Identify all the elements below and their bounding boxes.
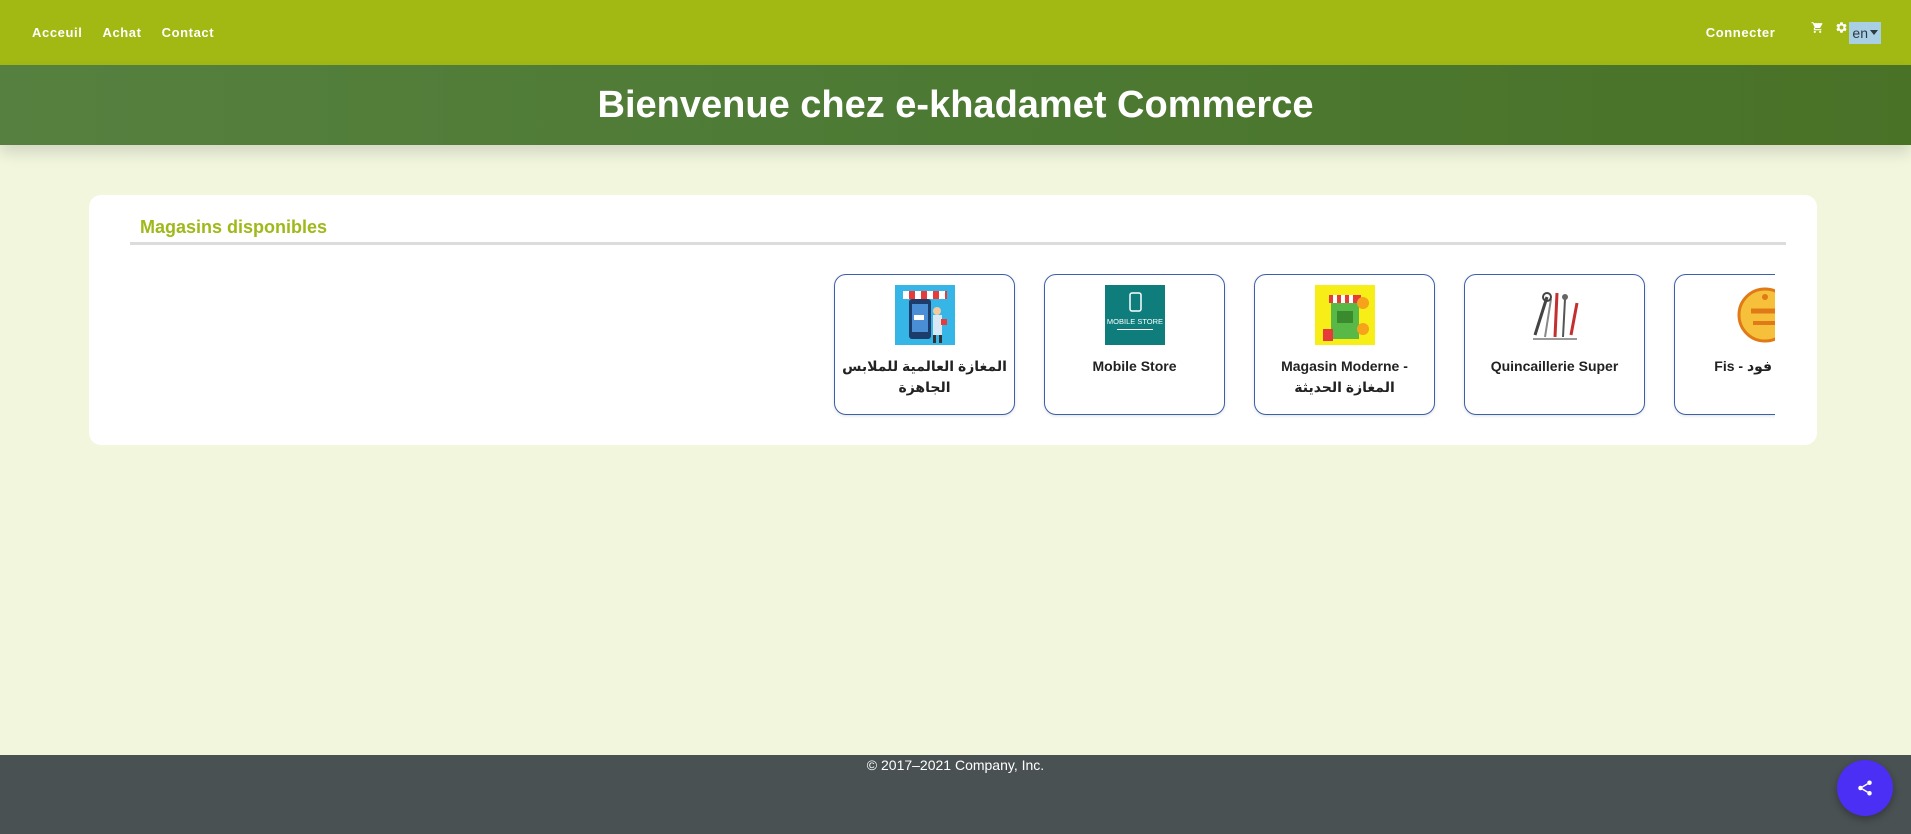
store-card[interactable]: المغازة العالمية للملابس الجاهزة <box>834 274 1015 415</box>
stores-title: Magasins disponibles <box>140 217 328 237</box>
store-name: Quincaillerie Super <box>1490 358 1619 374</box>
divider <box>130 242 1786 245</box>
nav-link-accueil[interactable]: Acceuil <box>32 25 82 40</box>
mobile-store-logo: MOBILE STORE <box>1104 285 1165 345</box>
store-name: Magasin Moderne - المغازة الحديثة <box>1281 358 1408 395</box>
footer: © 2017–2021 Company, Inc. <box>0 755 1911 834</box>
clothing-store-logo <box>894 285 955 345</box>
nav-actions: Connecter en <box>1706 0 1881 65</box>
hero-banner: Bienvenue chez e-khadamet Commerce <box>0 65 1911 145</box>
gear-icon[interactable] <box>1833 20 1849 36</box>
restaurant-food-logo <box>1734 285 1775 345</box>
main-nav: Acceuil Achat Contact <box>22 0 224 65</box>
connect-link[interactable]: Connecter <box>1706 25 1776 40</box>
hardware-tools-logo <box>1524 285 1585 345</box>
language-value: en <box>1852 24 1868 41</box>
modern-store-logo <box>1314 285 1375 345</box>
share-button[interactable] <box>1837 760 1893 816</box>
store-card[interactable]: Quincaillerie Super <box>1464 274 1645 415</box>
chevron-down-icon <box>1870 30 1878 35</box>
store-name: Mobile Store <box>1092 358 1177 374</box>
page-title: Bienvenue chez e-khadamet Commerce <box>597 83 1314 126</box>
mobile-store-logo-text: MOBILE STORE <box>1106 317 1162 326</box>
language-select[interactable]: en <box>1849 21 1881 44</box>
store-card[interactable]: MOBILE STORE Mobile Store <box>1044 274 1225 415</box>
stores-carousel[interactable]: المغازة العالمية للملابس الجاهزة MOBILE … <box>89 274 1775 419</box>
copyright-text: © 2017–2021 Company, Inc. <box>866 757 1045 773</box>
store-name: Fis - فيسع فود <box>1714 358 1775 374</box>
store-card[interactable]: Fis - فيسع فود <box>1674 274 1775 415</box>
top-navbar: Acceuil Achat Contact Connecter en <box>0 0 1911 65</box>
stores-panel: Magasins disponibles المغازة العالمية لل… <box>89 195 1817 445</box>
cart-icon[interactable] <box>1809 20 1825 36</box>
share-icon <box>1858 780 1872 796</box>
nav-link-achat[interactable]: Achat <box>102 25 141 40</box>
store-name: المغازة العالمية للملابس الجاهزة <box>842 358 1007 395</box>
store-card[interactable]: Magasin Moderne - المغازة الحديثة <box>1254 274 1435 415</box>
nav-link-contact[interactable]: Contact <box>162 25 215 40</box>
